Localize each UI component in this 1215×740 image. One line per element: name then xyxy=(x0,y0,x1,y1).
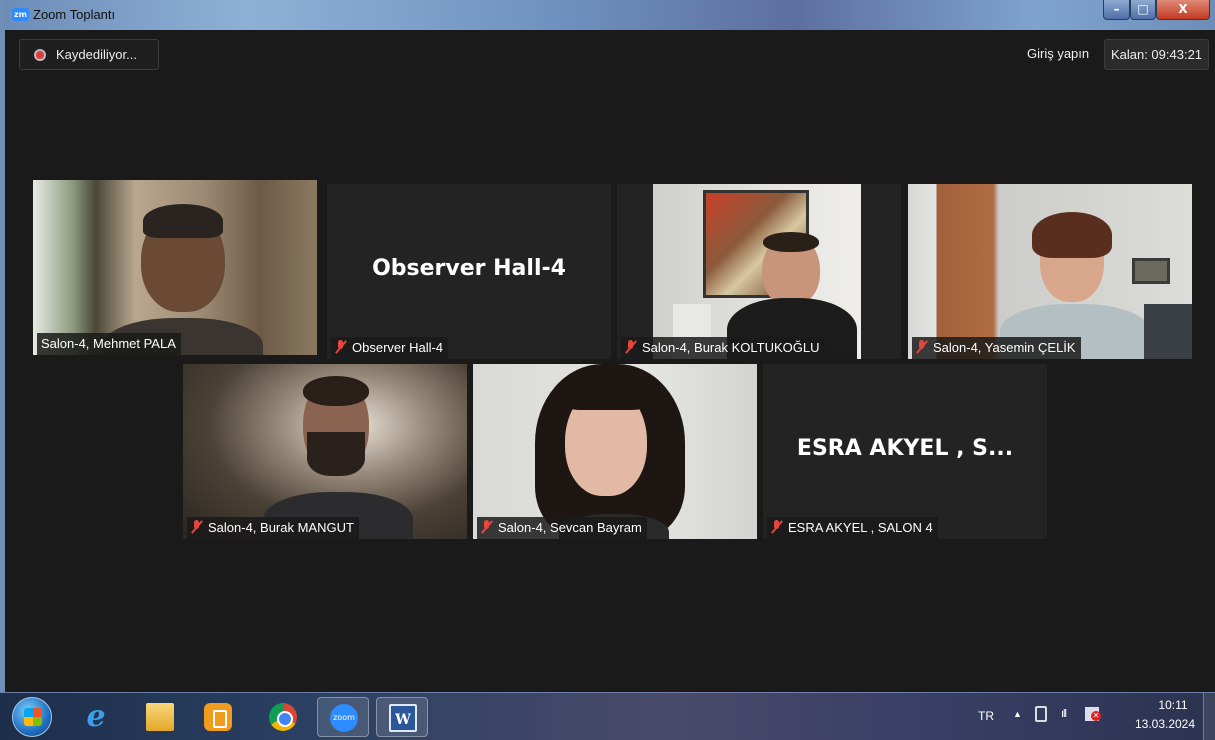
signal-icon[interactable]: ıll xyxy=(1061,708,1067,720)
window-title: Zoom Toplantı xyxy=(33,7,116,22)
participant-video xyxy=(33,180,317,355)
close-button[interactable]: X xyxy=(1156,0,1210,20)
remaining-time-badge: Kalan: 09:43:21 xyxy=(1104,39,1209,70)
action-center-flag-icon[interactable] xyxy=(1085,707,1101,721)
taskbar-word[interactable]: W xyxy=(376,697,428,737)
participant-name-label: Salon-4, Mehmet PALA xyxy=(37,333,181,355)
network-icon[interactable] xyxy=(1035,706,1047,722)
taskbar-media-player[interactable] xyxy=(192,697,244,737)
participant-name-label: Salon-4, Burak MANGUT xyxy=(187,517,359,539)
participant-name-label: Observer Hall-4 xyxy=(331,337,449,359)
meeting-view: Kaydediliyor... Giriş yapın Kalan: 09:43… xyxy=(10,30,1215,692)
word-icon: W xyxy=(389,704,417,732)
video-tile-sevcan-bayram[interactable]: Salon-4, Sevcan Bayram xyxy=(473,364,757,539)
minimize-button[interactable]: – xyxy=(1103,0,1130,20)
muted-mic-icon xyxy=(771,520,783,534)
video-tile-burak-koltukoglu[interactable]: Salon-4, Burak KOLTUKOĞLU xyxy=(617,184,901,359)
participant-name-label: Salon-4, Sevcan Bayram xyxy=(477,517,647,539)
taskbar-file-explorer[interactable] xyxy=(134,697,186,737)
windows-taskbar: e zoom W TR ▲ ıll 10:11 13.03.2024 xyxy=(0,692,1215,740)
recording-indicator[interactable]: Kaydediliyor... xyxy=(19,39,159,70)
show-desktop-button[interactable] xyxy=(1203,693,1215,740)
taskbar-chrome[interactable] xyxy=(257,697,309,737)
chrome-icon xyxy=(269,703,297,731)
participant-name-label: ESRA AKYEL , SALON 4 xyxy=(767,517,938,539)
muted-mic-icon xyxy=(625,340,637,354)
clock-date[interactable]: 13.03.2024 xyxy=(1125,717,1205,731)
maximize-button[interactable]: □ xyxy=(1130,0,1156,20)
zoom-meeting-window: zm Zoom Toplantı – □ X Kaydediliyor... G… xyxy=(0,0,1215,692)
participant-video xyxy=(617,184,901,359)
participant-display-name: ESRA AKYEL , S... xyxy=(796,436,1014,461)
participant-video xyxy=(183,364,467,539)
muted-mic-icon xyxy=(191,520,203,534)
title-bar[interactable]: zm Zoom Toplantı – □ X xyxy=(5,0,1215,30)
video-tile-mehmet-pala[interactable]: Salon-4, Mehmet PALA xyxy=(33,180,317,355)
video-tile-burak-mangut[interactable]: Salon-4, Burak MANGUT xyxy=(183,364,467,539)
video-tile-yasemin-celik[interactable]: Salon-4, Yasemin ÇELİK xyxy=(908,184,1192,359)
windows-logo-icon xyxy=(24,708,42,726)
recording-label: Kaydediliyor... xyxy=(56,47,137,62)
participant-display-name: Observer Hall-4 xyxy=(372,256,566,281)
muted-mic-icon xyxy=(916,340,928,354)
clock-time[interactable]: 10:11 xyxy=(1143,698,1203,712)
zoom-icon: zoom xyxy=(330,704,358,732)
taskbar-ie[interactable]: e xyxy=(70,697,122,737)
taskbar-zoom[interactable]: zoom xyxy=(317,697,369,737)
media-player-icon xyxy=(204,703,232,731)
zoom-app-icon: zm xyxy=(12,8,29,21)
file-explorer-icon xyxy=(146,703,174,731)
muted-mic-icon xyxy=(335,340,347,354)
participant-video xyxy=(473,364,757,539)
muted-mic-icon xyxy=(481,520,493,534)
recording-dot-icon xyxy=(34,49,46,61)
internet-explorer-icon: e xyxy=(86,699,106,734)
participant-name-label: Salon-4, Yasemin ÇELİK xyxy=(912,337,1081,359)
video-tile-esra-akyel[interactable]: ESRA AKYEL , S... ESRA AKYEL , SALON 4 xyxy=(763,364,1047,539)
video-tile-observer-hall[interactable]: Observer Hall-4 Observer Hall-4 xyxy=(327,184,611,359)
participant-name-label: Salon-4, Burak KOLTUKOĞLU xyxy=(621,337,825,359)
show-hidden-icons-button[interactable]: ▲ xyxy=(1013,709,1022,719)
signin-button[interactable]: Giriş yapın xyxy=(1019,39,1098,70)
participant-video xyxy=(908,184,1192,359)
start-button[interactable] xyxy=(12,697,52,737)
language-indicator[interactable]: TR xyxy=(978,709,994,723)
